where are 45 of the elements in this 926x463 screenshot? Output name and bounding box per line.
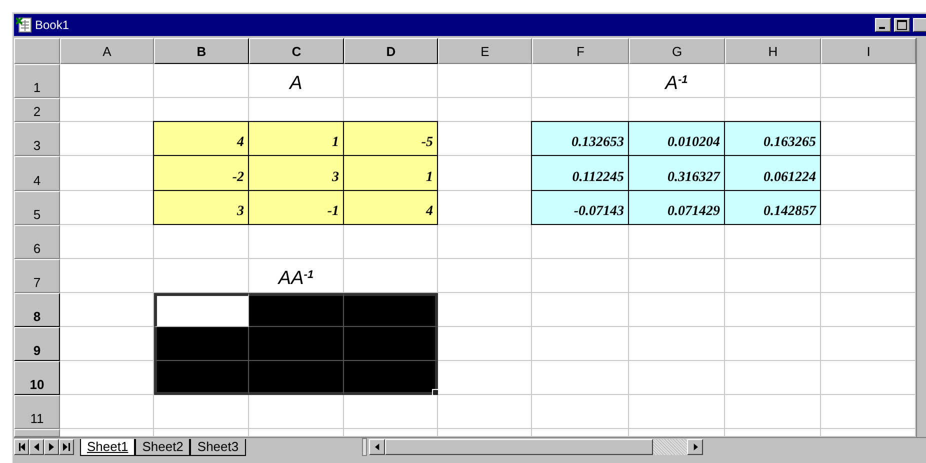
table-cell[interactable]: A — [249, 64, 344, 98]
row-header[interactable]: 2 — [14, 98, 60, 122]
table-cell[interactable]: -0.07143 — [531, 190, 629, 225]
table-cell[interactable]: -1 — [248, 190, 344, 225]
table-cell[interactable]: -5 — [343, 121, 438, 156]
table-cell[interactable]: 0.132653 — [531, 121, 629, 156]
column-header[interactable]: G — [629, 38, 725, 64]
table-cell[interactable]: 0.061224 — [724, 155, 821, 191]
row-header[interactable]: 11 — [14, 395, 60, 429]
row-header[interactable]: 7 — [14, 259, 60, 293]
table-cell[interactable]: 0.142857 — [724, 190, 821, 225]
table-cell[interactable]: 0.010204 — [628, 121, 725, 156]
column-header[interactable]: E — [438, 38, 532, 64]
column-header[interactable]: C — [249, 38, 344, 64]
column-header[interactable]: H — [725, 38, 821, 64]
window-title: Book1 — [35, 18, 70, 32]
table-cell[interactable]: A$^{-1}$ — [629, 64, 725, 98]
sheet-tab[interactable]: Sheet1 — [80, 438, 136, 456]
table-cell[interactable]: 0.071429 — [628, 190, 725, 225]
table-cell[interactable]: 0.163265 — [724, 121, 821, 156]
table-cell[interactable]: 1 — [248, 121, 344, 156]
row-header[interactable]: 9 — [14, 327, 60, 361]
column-header[interactable]: B — [154, 38, 249, 64]
table-cell[interactable]: 4 — [153, 121, 249, 156]
row-header[interactable]: 5 — [14, 191, 60, 225]
row-header[interactable]: 3 — [14, 122, 60, 156]
row-header[interactable]: 1 — [14, 64, 60, 98]
column-header[interactable]: D — [344, 38, 438, 64]
row-header[interactable]: 8 — [14, 293, 60, 327]
column-header[interactable]: I — [821, 38, 916, 64]
sheet-tab[interactable]: Sheet3 — [190, 438, 246, 456]
sheet-tab[interactable]: Sheet2 — [135, 438, 190, 456]
row-header[interactable]: 10 — [14, 361, 60, 395]
row-header[interactable]: 6 — [14, 225, 60, 259]
table-cell[interactable]: AA$^{-1}$ — [249, 259, 344, 293]
table-cell[interactable]: 3 — [248, 155, 344, 191]
table-cell[interactable]: 0.316327 — [628, 155, 725, 191]
table-cell[interactable]: 1 — [343, 155, 438, 191]
row-header[interactable]: 4 — [14, 156, 60, 191]
column-header[interactable]: F — [532, 38, 629, 64]
table-cell[interactable]: 0.112245 — [531, 155, 629, 191]
table-cell[interactable]: 4 — [343, 190, 438, 225]
table-cell[interactable]: -2 — [153, 155, 249, 191]
table-cell[interactable]: 3 — [153, 190, 249, 225]
column-header[interactable]: A — [60, 38, 154, 64]
